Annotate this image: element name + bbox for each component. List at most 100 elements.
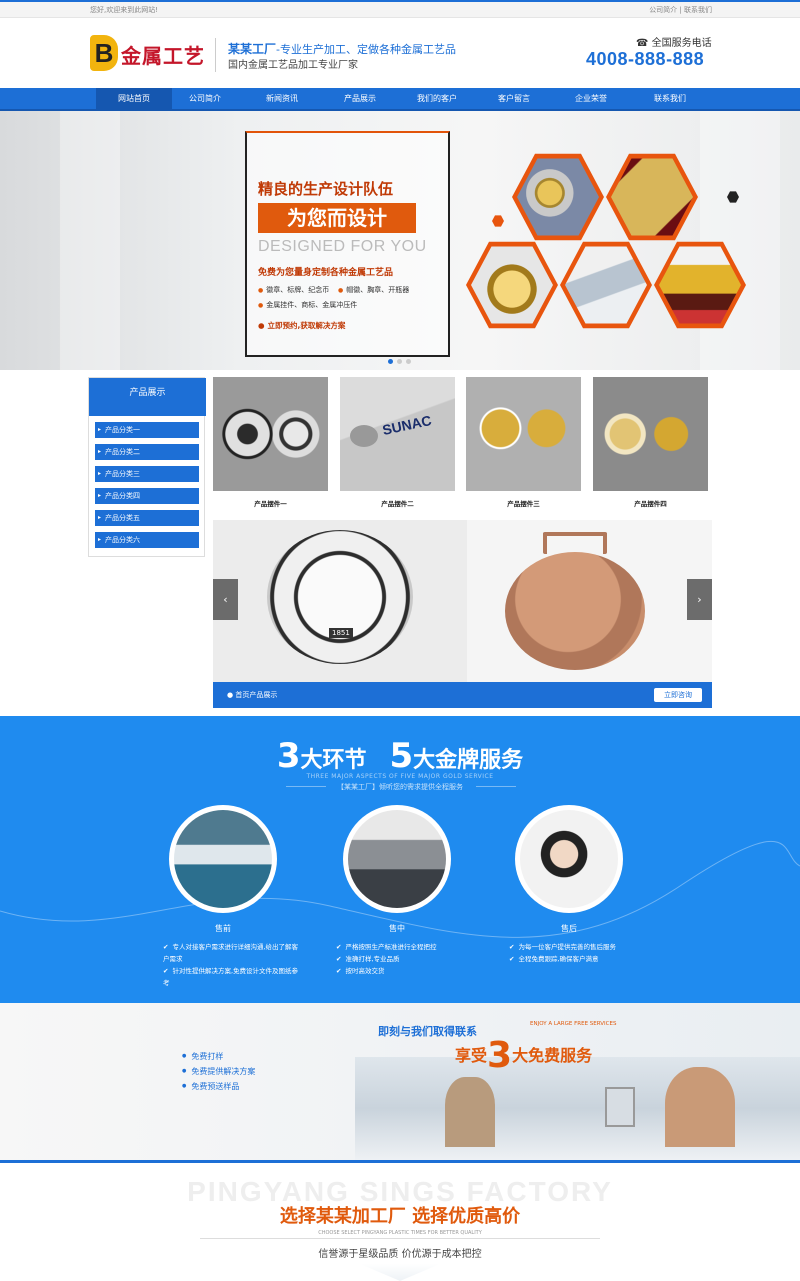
service-stage-name: 售后	[561, 924, 577, 933]
product-caption[interactable]: 产品摆件一	[213, 498, 328, 508]
main-nav: 网站首页 公司简介 新闻资讯 产品展示 我们的客户 客户留言 企业荣誉 联系我们	[0, 88, 800, 111]
logo-text[interactable]: 金属工艺	[121, 40, 205, 69]
banner-dot[interactable]	[397, 359, 402, 364]
banner-dot[interactable]	[406, 359, 411, 364]
slide-image	[467, 520, 712, 682]
phone-label-text: 全国服务电话	[651, 38, 712, 49]
services-title-part: 大金牌服务	[413, 748, 524, 773]
product-caption[interactable]: 产品摆件四	[593, 498, 708, 508]
phone-icon: ☎	[636, 38, 652, 49]
banner-bg-shape	[60, 111, 120, 370]
service-photo	[515, 805, 623, 913]
services-title-part: 大环节	[300, 748, 367, 773]
product-thumb[interactable]: SUNAC	[340, 377, 455, 491]
services-title: 3大环节 5大金牌服务	[0, 736, 800, 776]
product-sidebar: 产品展示 产品分类一 产品分类二 产品分类三 产品分类四 产品分类五 产品分类六	[88, 377, 206, 557]
slide-image: 1851	[213, 520, 467, 682]
services-section: 3大环节 5大金牌服务 THREE MAJOR ASPECTS OF FIVE …	[0, 716, 800, 1003]
product-thumb[interactable]	[213, 377, 328, 491]
sidebar-item[interactable]: 产品分类一	[95, 422, 199, 438]
nav-contact[interactable]: 联系我们	[632, 88, 708, 109]
slogan: 某某工厂-专业生产加工、定做各种金属工艺品	[228, 40, 456, 57]
banner-highlight: 为您而设计	[258, 203, 416, 233]
nav-honors[interactable]: 企业荣誉	[553, 88, 629, 109]
service-point: 按时高效交货	[336, 965, 476, 977]
welcome-text: 您好,欢迎来到此网站!	[90, 6, 159, 14]
service-stage-name: 售前	[215, 924, 231, 933]
sidebar-item[interactable]: 产品分类五	[95, 510, 199, 526]
service-stage-name: 售中	[389, 924, 405, 933]
service-points: 为每一位客户提供完善的售后服务 全程免费跟踪,确保客户满意	[509, 941, 649, 965]
service-point: 针对性提供解决方案,免费设计文件及图纸参考	[163, 965, 303, 989]
divider	[200, 1238, 600, 1239]
service-point: 专人对接客户需求进行详细沟通,给出了解客户需求	[163, 941, 303, 965]
logo-mark[interactable]: B	[90, 35, 118, 71]
top-links[interactable]: 公司简介 | 联系我们	[649, 5, 712, 15]
banner-cta[interactable]: 立即预约,获取解决方案	[258, 320, 346, 331]
product-caption[interactable]: 产品摆件三	[466, 498, 581, 508]
slider-caption: ● 首页产品展示	[227, 690, 277, 700]
header-divider	[215, 38, 216, 72]
hero-banner[interactable]: 精良的生产设计队伍 为您而设计 DESIGNED FOR YOU 免费为您量身定…	[0, 111, 800, 370]
slider-caption-bar: ● 首页产品展示 立即咨询	[213, 682, 712, 708]
slider-next-button[interactable]: ›	[687, 579, 712, 620]
free-headline-number: 3	[487, 1035, 513, 1076]
nav-products[interactable]: 产品展示	[322, 88, 398, 109]
service-points: 专人对接客户需求进行详细沟通,给出了解客户需求 针对性提供解决方案,免费设计文件…	[163, 941, 303, 989]
slider-caption-text: 首页产品展示	[235, 691, 278, 699]
services-number: 5	[389, 736, 414, 776]
product-thumb[interactable]	[466, 377, 581, 491]
service-point: 严格按照生产标准进行全程把控	[336, 941, 476, 953]
banner-english: DESIGNED FOR YOU	[258, 238, 427, 255]
product-thumb[interactable]	[593, 377, 708, 491]
free-english: ENJOY A LARGE FREE SERVICES	[530, 1021, 617, 1027]
free-service-item[interactable]: 免费提供解决方案	[182, 1064, 255, 1079]
banner-bg-shape	[700, 111, 780, 370]
down-arrow-decoration	[360, 1264, 440, 1281]
sidebar-item[interactable]: 产品分类二	[95, 444, 199, 460]
banner-pagination	[388, 357, 415, 367]
banner-dot[interactable]	[388, 359, 393, 364]
product-hex-image	[512, 153, 604, 241]
services-english: THREE MAJOR ASPECTS OF FIVE MAJOR GOLD S…	[306, 773, 494, 780]
free-headline: 享受3大免费服务	[455, 1035, 592, 1076]
slogan-rest: -专业生产加工、定做各种金属工艺品	[276, 43, 456, 56]
choose-section: PINGYANG SINGS FACTORY 选择某某加工厂 选择优质高价 CH…	[0, 1166, 800, 1281]
service-point: 准确打样,专业品质	[336, 953, 476, 965]
service-points: 严格按照生产标准进行全程把控 准确打样,专业品质 按时高效交货	[336, 941, 476, 977]
product-hex-image	[466, 241, 558, 329]
banner-subhead: 免费为您量身定制各种金属工艺品	[258, 268, 394, 278]
banner-feature: 徽章、标牌、纪念币	[258, 285, 329, 295]
sidebar-title: 产品展示	[89, 378, 206, 416]
sidebar-item[interactable]: 产品分类四	[95, 488, 199, 504]
nav-home[interactable]: 网站首页	[96, 88, 172, 109]
services-subtitle: 【某某工厂】倾听您的需求提供全程服务	[337, 783, 463, 791]
nav-guestbook[interactable]: 客户留言	[476, 88, 552, 109]
sidebar-item[interactable]: 产品分类六	[95, 532, 199, 548]
sidebar-item[interactable]: 产品分类三	[95, 466, 199, 482]
slogan-brand: 某某工厂	[228, 42, 277, 56]
choose-subtitle: 信誉源于星级品质 价优源于成本把控	[318, 1249, 482, 1260]
service-point: 全程免费跟踪,确保客户满意	[509, 953, 649, 965]
banner-feature: 金属挂件、商标、金属冲压件	[258, 300, 357, 310]
header: B 金属工艺 某某工厂-专业生产加工、定做各种金属工艺品 国内金属工艺品加工专业…	[0, 18, 800, 88]
product-slider[interactable]: 1851 ‹ ›	[213, 520, 712, 682]
service-point: 为每一位客户提供完善的售后服务	[509, 941, 649, 953]
slider-prev-button[interactable]: ‹	[213, 579, 238, 620]
decor-hex	[492, 215, 504, 227]
services-number: 3	[276, 736, 301, 776]
product-hex-image	[606, 153, 698, 241]
free-service-item[interactable]: 免费预送样品	[182, 1079, 255, 1094]
nav-clients[interactable]: 我们的客户	[399, 88, 475, 109]
product-caption[interactable]: 产品摆件二	[340, 498, 455, 508]
slogan-secondary: 国内金属工艺品加工专业厂家	[228, 60, 358, 71]
phone-number[interactable]: 4008-888-888	[586, 49, 704, 70]
consult-button[interactable]: 立即咨询	[654, 688, 702, 702]
free-headline-post: 大免费服务	[512, 1046, 593, 1065]
banner-feature: 帽徽、胸章、开瓶器	[338, 285, 409, 295]
nav-news[interactable]: 新闻资讯	[244, 88, 320, 109]
service-photo	[169, 805, 277, 913]
top-bar: 您好,欢迎来到此网站! 公司简介 | 联系我们	[0, 0, 800, 18]
nav-about[interactable]: 公司简介	[167, 88, 243, 109]
free-service-item[interactable]: 免费打样	[182, 1049, 255, 1064]
